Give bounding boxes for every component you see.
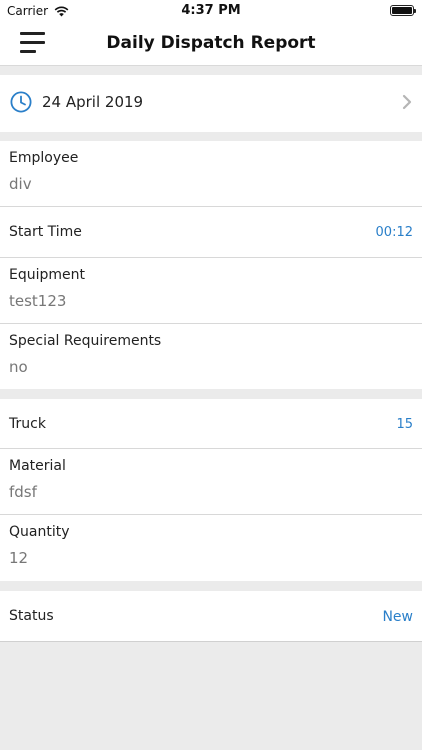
battery-level [392,7,412,14]
quantity-label: Quantity [9,524,70,540]
details-section: Employee div Start Time 00:12 Equipment … [0,141,422,389]
employee-label: Employee [9,150,79,166]
start-time-value: 00:12 [375,225,413,240]
status-bar: Carrier 4:37 PM [0,0,422,22]
quantity-row[interactable]: Quantity 12 [0,515,422,581]
chevron-right-icon [402,94,412,110]
equipment-row[interactable]: Equipment test123 [0,258,422,324]
truck-value: 15 [396,417,413,432]
status-value: New [382,609,413,625]
start-time-label: Start Time [9,224,82,240]
material-value: fdsf [9,483,37,501]
special-requirements-value: no [9,358,28,376]
special-requirements-row[interactable]: Special Requirements no [0,324,422,389]
truck-row[interactable]: Truck 15 [0,399,422,449]
status-row[interactable]: Status New [0,591,422,641]
material-row[interactable]: Material fdsf [0,449,422,515]
load-section: Truck 15 Material fdsf Quantity 12 [0,399,422,581]
battery-icon [390,5,416,16]
truck-label: Truck [9,416,46,432]
equipment-value: test123 [9,292,67,310]
clock-icon [10,91,32,113]
page-title: Daily Dispatch Report [106,33,316,53]
material-label: Material [9,458,66,474]
start-time-row[interactable]: Start Time 00:12 [0,207,422,258]
date-picker-row[interactable]: 24 April 2019 [0,75,422,132]
special-requirements-label: Special Requirements [9,333,162,349]
selected-date: 24 April 2019 [42,93,144,111]
status-time: 4:37 PM [181,3,241,18]
date-section: 24 April 2019 [0,75,422,132]
employee-row[interactable]: Employee div [0,141,422,207]
status-section: Status New [0,591,422,642]
equipment-label: Equipment [9,267,85,283]
employee-value: div [9,175,32,193]
quantity-value: 12 [9,549,29,567]
navigation-bar: Daily Dispatch Report [0,22,422,66]
status-label: Status [9,608,54,624]
